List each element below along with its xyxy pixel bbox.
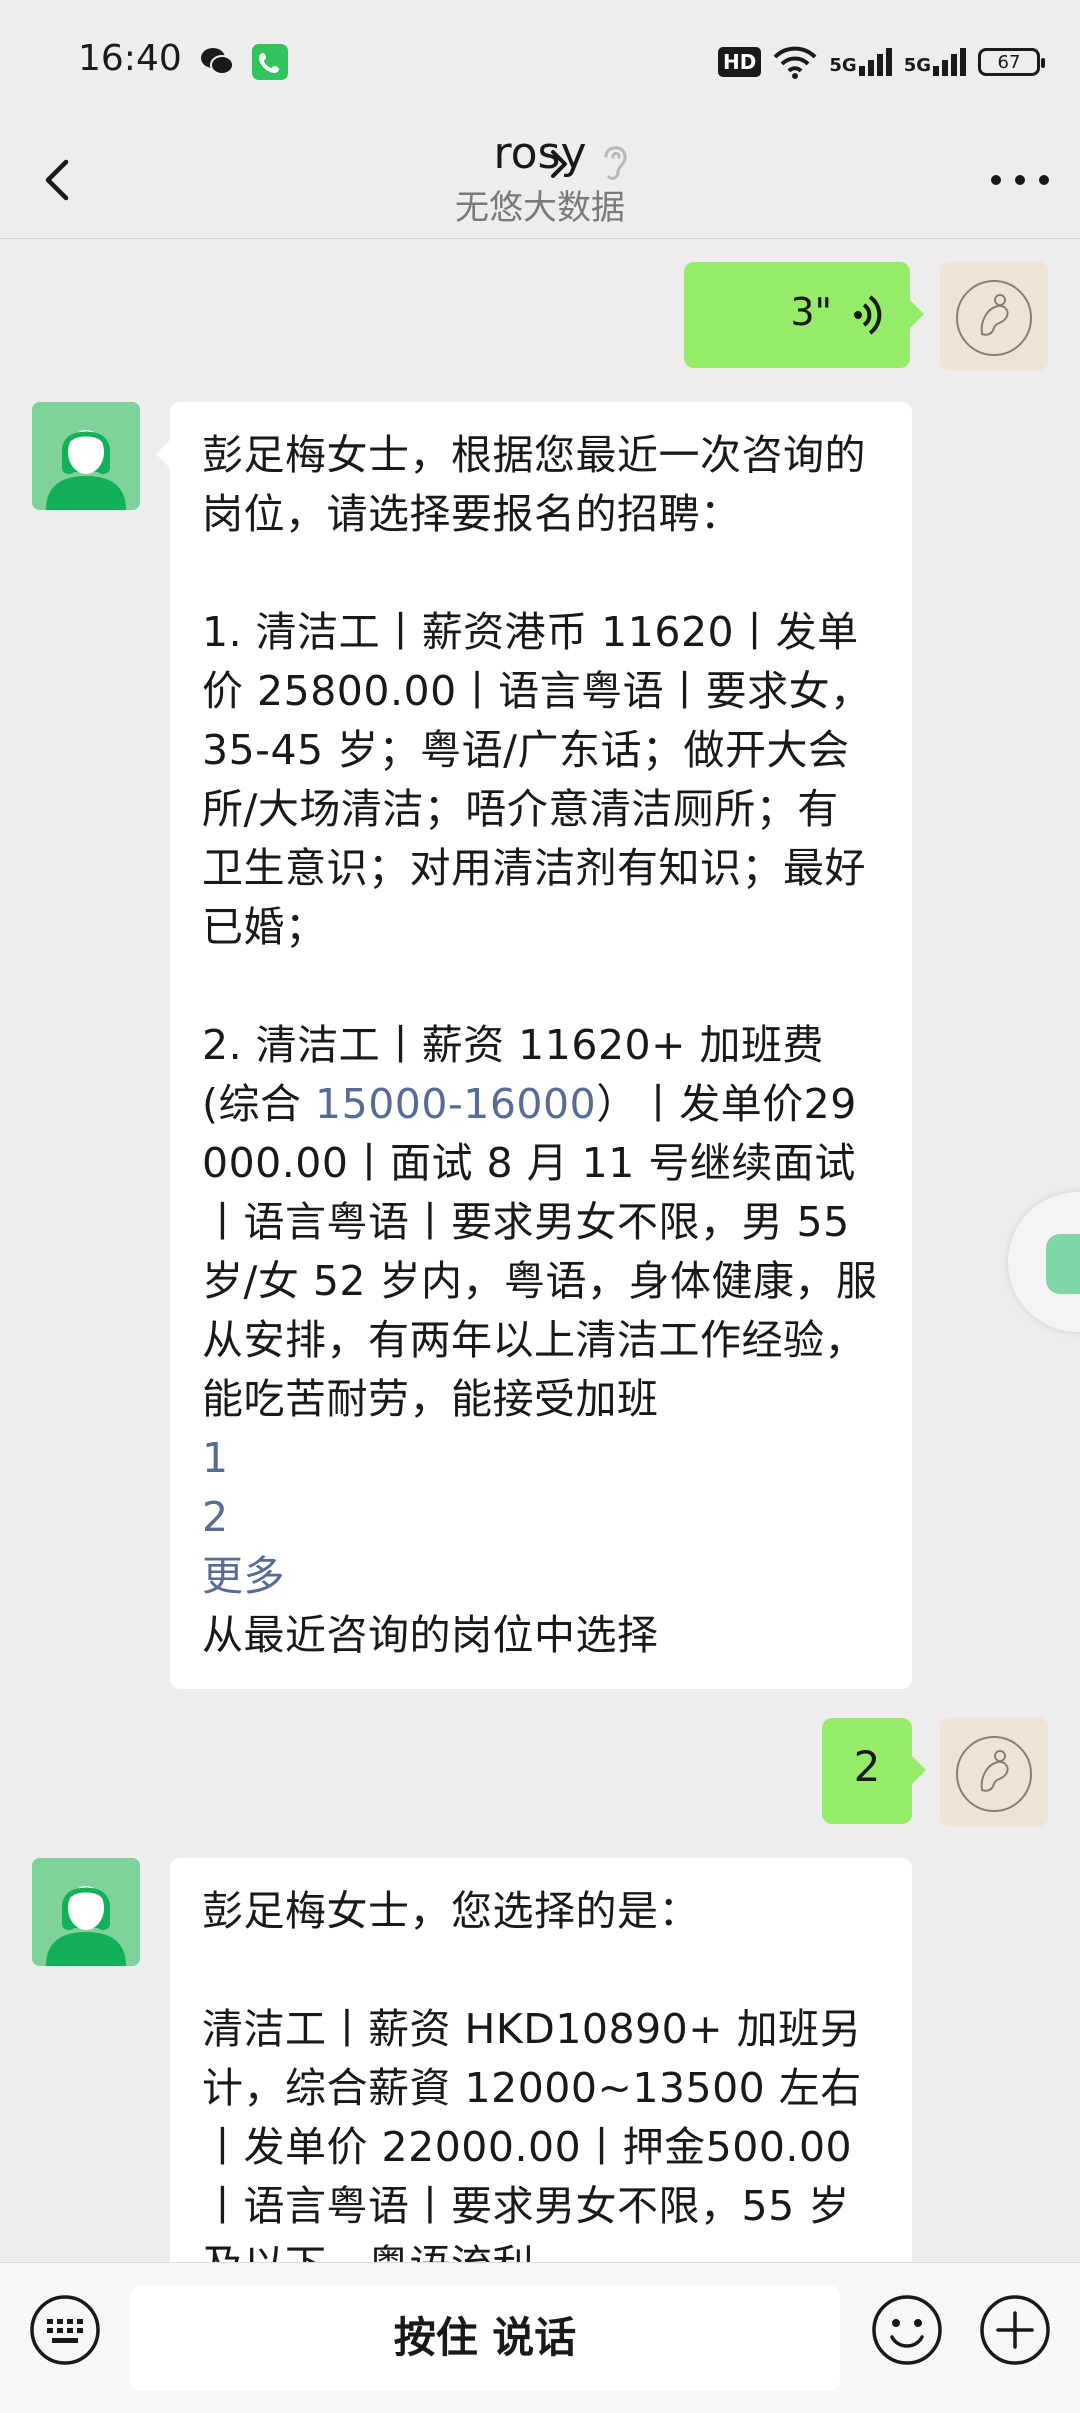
message-intro: 彭足梅女士，您选择的是： (202, 1887, 700, 1935)
emoji-icon[interactable] (870, 2293, 944, 2367)
my-avatar[interactable] (940, 262, 1048, 370)
voice-message-bubble[interactable]: 3" (684, 262, 924, 368)
wuyo-logo-avatar (940, 1718, 1048, 1826)
chevron-right-icon[interactable] (546, 144, 572, 184)
signal-5g-2: 5G (904, 48, 966, 76)
chat-title[interactable]: rosy (493, 128, 586, 179)
hold-to-talk-button[interactable]: 按住 说话 (130, 2285, 840, 2391)
message-intro: 彭足梅女士，根据您最近一次咨询的岗位，请选择要报名的招聘： (202, 431, 866, 538)
customer-service-avatar-icon (32, 402, 140, 510)
selection-confirm-message: 彭足梅女士，您选择的是： 清洁工丨薪资 HKD10890+ 加班另计，综合薪資 1… (170, 1858, 912, 2262)
my-text-bubble[interactable]: 2 (822, 1718, 926, 1824)
wechat-notification-icon (201, 48, 234, 75)
bot-avatar[interactable] (32, 402, 140, 510)
network-type-label: 5G (829, 55, 857, 76)
more-dots-icon[interactable] (986, 160, 1054, 200)
my-avatar[interactable] (940, 1718, 1048, 1826)
phone-call-icon (252, 44, 288, 80)
signal-bars-icon (933, 48, 966, 76)
network-type-label: 5G (903, 55, 931, 76)
message-text: 彭足梅女士，您选择的是： 清洁工丨薪资 HKD10890+ 加班另计，综合薪資 1… (202, 1882, 880, 2262)
floating-side-button[interactable] (1008, 1192, 1080, 1332)
selected-job-text: 清洁工丨薪资 HKD10890+ 加班另计，综合薪資 12000~13500 左… (202, 2005, 862, 2262)
customer-service-avatar-icon (32, 1858, 140, 1966)
job-option-1-text: 1. 清洁工丨薪资港币 11620丨发单价 25800.00丨语言粤语丨要求女，… (202, 608, 872, 951)
job-option-2-part2: ）丨发单价29000.00丨面试 8 月 11 号继续面试丨语言粤语丨要求男女不… (202, 1080, 878, 1423)
job-list-message: 彭足梅女士，根据您最近一次咨询的岗位，请选择要报名的招聘： 1. 清洁工丨薪资港币… (156, 402, 912, 1689)
chat-subtitle: 无悠大数据 (455, 188, 625, 228)
input-bar: 按住 说话 (0, 2262, 1080, 2413)
status-right-cluster: HD 5G 5G 67 (718, 42, 1045, 82)
chat-header: rosy 无悠大数据 (0, 120, 1080, 239)
job-option-2-text: 2. 清洁工丨薪资 11620+ 加班费(综合 15000-16000）丨发单价… (202, 1016, 880, 1429)
signal-bars-icon (858, 48, 892, 76)
ear-icon (604, 146, 627, 180)
signal-5g-1: 5G (829, 48, 892, 76)
wifi-icon (773, 46, 817, 79)
select-option-1-link[interactable]: 1 (202, 1429, 880, 1488)
message-text: 2 (853, 1742, 881, 1791)
voice-wave-icon (854, 295, 882, 335)
voice-duration: 3" (790, 290, 832, 334)
select-option-2-link[interactable]: 2 (202, 1488, 880, 1547)
bot-avatar[interactable] (32, 1858, 140, 1966)
hd-badge: HD (718, 47, 762, 77)
battery-icon: 67 (978, 48, 1045, 76)
plus-icon[interactable] (978, 2293, 1052, 2367)
wuyo-logo-avatar (940, 262, 1048, 370)
salary-range-link[interactable]: 15000-16000 (315, 1080, 596, 1128)
message-footer: 从最近咨询的岗位中选择 (202, 1611, 659, 1659)
title-row[interactable]: rosy (0, 120, 1080, 179)
message-text: 彭足梅女士，根据您最近一次咨询的岗位，请选择要报名的招聘： 1. 清洁工丨薪资港币… (202, 426, 880, 1665)
status-bar: 16:40 HD 5G 5G 67 (0, 0, 1080, 120)
keyboard-icon[interactable] (28, 2293, 102, 2367)
more-options-link[interactable]: 更多 (202, 1547, 880, 1606)
status-time: 16:40 (78, 38, 182, 79)
